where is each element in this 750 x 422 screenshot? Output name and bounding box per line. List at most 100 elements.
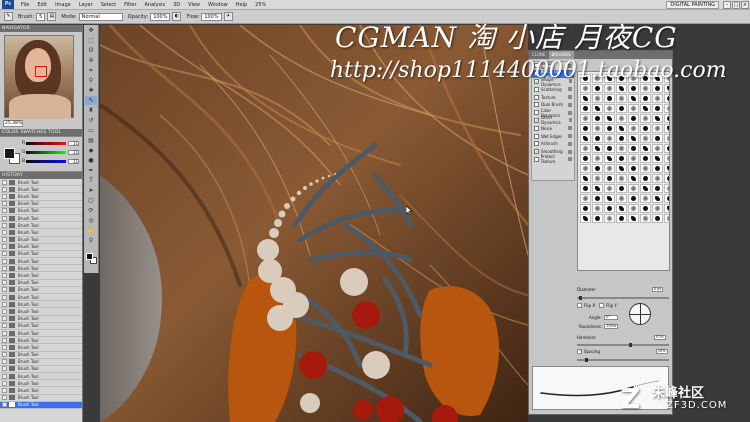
brush-tip[interactable] xyxy=(616,94,627,103)
close-button[interactable]: × xyxy=(741,0,749,9)
brush-tip[interactable] xyxy=(664,84,669,93)
history-source-checkbox[interactable] xyxy=(2,359,7,365)
history-source-checkbox[interactable] xyxy=(2,388,7,394)
eyedropper-tool-icon[interactable]: ⚲ xyxy=(85,76,97,85)
brush-tip[interactable] xyxy=(580,104,591,113)
lock-icon[interactable] xyxy=(568,102,572,107)
blur-tool-icon[interactable]: ◆ xyxy=(85,146,97,155)
history-source-checkbox[interactable] xyxy=(2,208,7,214)
history-row[interactable]: Brush Tool xyxy=(0,193,82,201)
shape-tool-icon[interactable]: ▢ xyxy=(85,196,97,205)
history-source-checkbox[interactable] xyxy=(2,373,7,379)
brush-tip[interactable] xyxy=(652,124,663,133)
brush-tip[interactable] xyxy=(628,104,639,113)
lock-icon[interactable] xyxy=(568,149,572,154)
history-row[interactable]: Brush Tool xyxy=(0,179,82,187)
history-row[interactable]: Brush Tool xyxy=(0,251,82,259)
quick-select-tool-icon[interactable]: ✲ xyxy=(85,56,97,65)
red-slider[interactable] xyxy=(26,141,66,145)
roundness-field[interactable]: 100% xyxy=(604,324,619,329)
brush-tip[interactable] xyxy=(640,114,651,123)
menu-file[interactable]: File xyxy=(17,0,33,10)
minimize-button[interactable]: – xyxy=(723,0,731,9)
brush-tip[interactable] xyxy=(592,214,603,223)
brush-tip[interactable] xyxy=(580,194,591,203)
brush-tip[interactable] xyxy=(604,84,615,93)
brush-tip[interactable] xyxy=(664,134,669,143)
marquee-tool-icon[interactable]: ⬚ xyxy=(85,36,97,45)
angle-field[interactable]: 0° xyxy=(603,315,618,320)
brush-tip[interactable] xyxy=(640,84,651,93)
history-source-checkbox[interactable] xyxy=(2,301,7,307)
brush-setting-checkbox[interactable]: ✓ xyxy=(534,117,539,123)
menu-select[interactable]: Select xyxy=(97,0,120,10)
brush-tip[interactable] xyxy=(592,84,603,93)
brush-tip[interactable] xyxy=(628,204,639,213)
green-slider[interactable] xyxy=(26,150,66,154)
brush-tip[interactable] xyxy=(628,174,639,183)
brush-tip[interactable] xyxy=(604,154,615,163)
brush-tip[interactable] xyxy=(640,154,651,163)
green-value[interactable]: 11 xyxy=(68,149,79,155)
brush-tip[interactable] xyxy=(664,94,669,103)
brush-tip[interactable] xyxy=(664,214,669,223)
history-source-checkbox[interactable] xyxy=(2,337,7,343)
brush-tip[interactable] xyxy=(604,104,615,113)
tools-foreground-swatch[interactable] xyxy=(86,253,93,260)
brush-setting-checkbox[interactable] xyxy=(534,94,539,100)
menu-view[interactable]: View xyxy=(184,0,204,10)
brush-tip[interactable] xyxy=(640,164,651,173)
brush-tip[interactable] xyxy=(616,184,627,193)
history-source-checkbox[interactable] xyxy=(2,193,7,199)
brush-tip[interactable] xyxy=(592,204,603,213)
eraser-tool-icon[interactable]: ▭ xyxy=(85,126,97,135)
history-row[interactable]: Brush Tool xyxy=(0,186,82,194)
brush-tip[interactable] xyxy=(592,124,603,133)
diameter-slider[interactable] xyxy=(577,296,669,300)
lock-icon[interactable] xyxy=(568,110,572,115)
brush-tip[interactable] xyxy=(580,154,591,163)
lock-icon[interactable] xyxy=(568,141,572,146)
brush-tip[interactable] xyxy=(616,144,627,153)
brush-tip[interactable] xyxy=(640,124,651,133)
brush-tip[interactable] xyxy=(628,94,639,103)
brush-tip[interactable] xyxy=(616,174,627,183)
brush-tip[interactable] xyxy=(580,94,591,103)
history-row[interactable]: Brush Tool xyxy=(0,201,82,208)
history-row[interactable]: Brush Tool xyxy=(0,359,82,366)
brush-tip[interactable] xyxy=(616,214,627,223)
brush-setting-item[interactable]: Wet Edges xyxy=(532,132,574,140)
brush-tip[interactable] xyxy=(640,194,651,203)
zoom-readout[interactable]: 25% xyxy=(251,0,270,10)
workspace-switcher[interactable]: DIGITAL PAINTING xyxy=(666,0,719,9)
brush-tip[interactable] xyxy=(652,174,663,183)
brush-tip[interactable] xyxy=(628,124,639,133)
maximize-button[interactable]: □ xyxy=(732,0,740,9)
brush-tip[interactable] xyxy=(616,114,627,123)
lasso-tool-icon[interactable]: ʘ xyxy=(85,46,97,55)
lock-icon[interactable] xyxy=(568,118,572,123)
red-value[interactable]: 11 xyxy=(68,140,79,146)
history-source-checkbox[interactable] xyxy=(2,395,7,401)
brush-tip[interactable] xyxy=(652,144,663,153)
brush-tip[interactable] xyxy=(652,84,663,93)
menu-layer[interactable]: Layer xyxy=(75,0,97,10)
brush-tip[interactable] xyxy=(592,174,603,183)
history-source-checkbox[interactable] xyxy=(2,237,7,243)
brush-tip[interactable] xyxy=(652,114,663,123)
brush-tip[interactable] xyxy=(640,204,651,213)
brush-tip[interactable] xyxy=(604,114,615,123)
crop-tool-icon[interactable]: ⌗ xyxy=(85,66,97,75)
brush-tip[interactable] xyxy=(604,134,615,143)
spacing-field[interactable]: 10% xyxy=(655,349,668,354)
history-source-checkbox[interactable] xyxy=(2,179,7,185)
spacing-checkbox[interactable]: ✓ xyxy=(577,349,582,354)
history-row[interactable]: Brush Tool xyxy=(0,366,82,374)
history-row[interactable]: Brush Tool xyxy=(0,222,82,230)
lock-icon[interactable] xyxy=(568,95,572,100)
history-row[interactable]: Brush Tool xyxy=(0,352,82,359)
menu-help[interactable]: Help xyxy=(232,0,251,10)
flow-field[interactable]: 100% xyxy=(201,12,222,21)
tablet-opacity-icon[interactable]: ◐ xyxy=(172,12,182,21)
brush-setting-item[interactable]: Scattering xyxy=(532,85,574,93)
